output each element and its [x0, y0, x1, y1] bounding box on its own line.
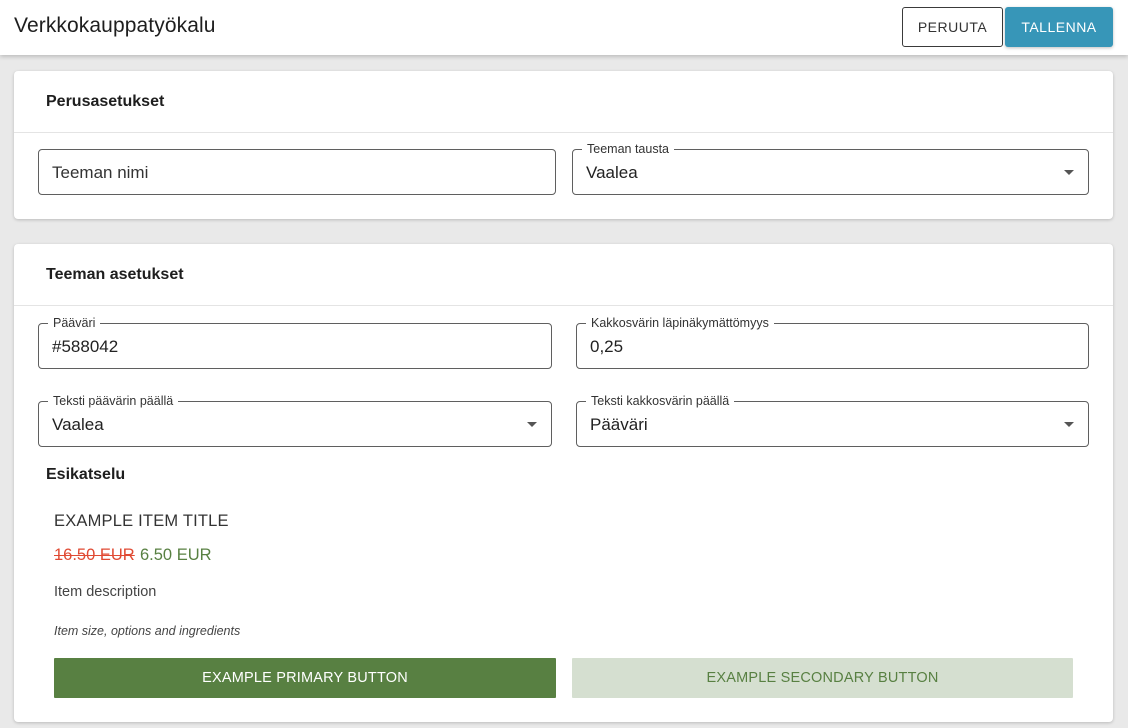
theme-background-label: Teeman tausta [582, 141, 674, 157]
save-button[interactable]: TALLENNA [1005, 7, 1113, 47]
text-on-secondary-label: Teksti kakkosvärin päällä [586, 393, 735, 409]
old-price: 16.50 EUR [54, 546, 135, 564]
basic-settings-header: Perusasetukset [14, 71, 1113, 133]
dropdown-arrow-icon[interactable] [527, 422, 537, 427]
primary-color-value: #588042 [52, 337, 119, 356]
secondary-opacity-label: Kakkosvärin läpinäkymättömyys [586, 315, 774, 331]
item-title: EXAMPLE ITEM TITLE [54, 512, 229, 530]
theme-background-select[interactable]: Teeman tausta Vaalea [572, 141, 1089, 195]
theme-settings-header: Teeman asetukset [14, 244, 1113, 306]
text-on-secondary-select[interactable]: Teksti kakkosvärin päällä Pääväri [576, 393, 1089, 447]
example-secondary-button[interactable]: EXAMPLE SECONDARY BUTTON [572, 658, 1073, 698]
secondary-opacity-value: 0,25 [590, 337, 624, 356]
app-bar: Verkkokauppatyökalu PERUUTA TALLENNA [0, 0, 1128, 55]
text-on-primary-select[interactable]: Teksti päävärin päällä Vaalea [38, 393, 552, 447]
cancel-button[interactable]: PERUUTA [902, 7, 1003, 47]
item-options: Item size, options and ingredients [54, 624, 241, 638]
primary-color-label: Pääväri [48, 315, 101, 331]
dropdown-arrow-icon[interactable] [1064, 422, 1074, 427]
theme-settings-card: Teeman asetukset Pääväri #588042 Kakkosv… [14, 244, 1113, 722]
preview-title: Esikatselu [46, 466, 126, 483]
text-on-primary-value: Vaalea [52, 415, 104, 434]
dropdown-arrow-icon[interactable] [1064, 170, 1074, 175]
basic-settings-title: Perusasetukset [46, 93, 165, 110]
primary-color-field[interactable]: Pääväri #588042 [38, 315, 552, 369]
item-description: Item description [54, 584, 157, 600]
text-on-primary-label: Teksti päävärin päällä [48, 393, 179, 409]
theme-settings-title: Teeman asetukset [46, 266, 184, 283]
theme-name-field[interactable]: Teeman nimi [38, 149, 556, 195]
app-title: Verkkokauppatyökalu [14, 14, 216, 37]
basic-settings-card: Perusasetukset Teeman nimi Teeman tausta… [14, 71, 1113, 219]
theme-background-value: Vaalea [586, 163, 638, 182]
example-primary-button[interactable]: EXAMPLE PRIMARY BUTTON [54, 658, 556, 698]
secondary-opacity-field[interactable]: Kakkosvärin läpinäkymättömyys 0,25 [576, 315, 1089, 369]
new-price: 6.50 EUR [140, 546, 212, 564]
theme-name-placeholder: Teeman nimi [52, 163, 149, 182]
text-on-secondary-value: Pääväri [590, 415, 648, 434]
